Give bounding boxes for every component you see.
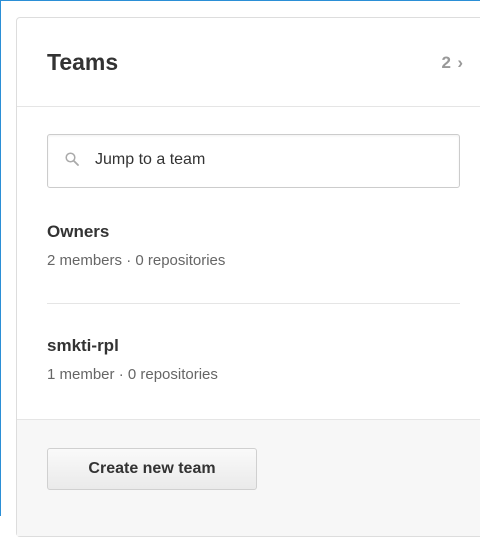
panel-footer: Create new team (17, 419, 480, 536)
team-name[interactable]: Owners (47, 222, 109, 242)
team-search-input[interactable]: Jump to a team (47, 134, 460, 188)
search-icon (65, 152, 79, 166)
team-name[interactable]: smkti-rpl (47, 336, 119, 356)
team-divider (47, 303, 460, 304)
create-new-team-button[interactable]: Create new team (47, 448, 257, 490)
chevron-right-icon[interactable]: › (457, 53, 463, 73)
team-meta: 2 members · 0 repositories (47, 252, 226, 269)
teams-panel: Teams 2 › Jump to a team Owners 2 member… (16, 17, 480, 537)
panel-title: Teams (47, 49, 119, 75)
team-count-link[interactable]: 2 (442, 53, 451, 73)
panel-header: Teams 2 › (17, 18, 480, 107)
team-meta: 1 member · 0 repositories (47, 366, 218, 383)
window-frame: Teams 2 › Jump to a team Owners 2 member… (0, 0, 480, 537)
search-placeholder: Jump to a team (95, 151, 206, 168)
